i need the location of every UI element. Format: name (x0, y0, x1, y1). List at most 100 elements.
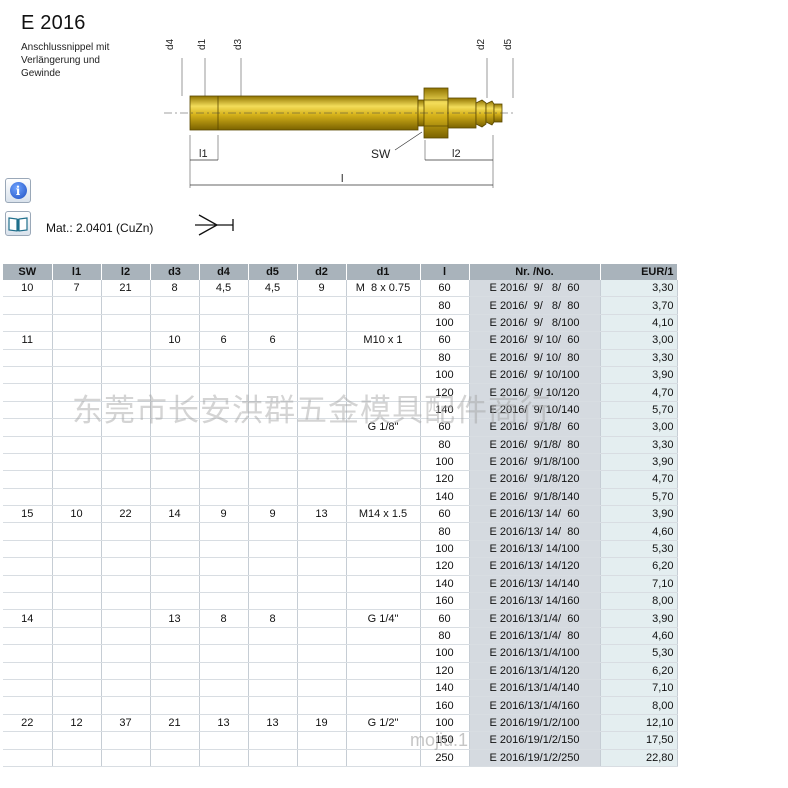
cell-l2 (101, 609, 151, 628)
cell-l2 (101, 749, 151, 767)
cell-d4 (199, 592, 249, 611)
cell-eur: 6,20 (600, 557, 678, 576)
cell-eur: 3,90 (600, 505, 678, 524)
cell-l: 100 (420, 644, 470, 663)
table-row: 140 E 2016/ 9/ 10/140 5,70 (3, 401, 678, 420)
cell-l1 (52, 644, 102, 663)
cell-sw (3, 453, 53, 472)
table-row: 250 E 2016/19/1/2/250 22,80 (3, 749, 678, 767)
cell-d5 (248, 540, 298, 559)
cell-sw (3, 679, 53, 698)
cell-l: 140 (420, 679, 470, 698)
cell-d2 (297, 522, 347, 541)
cell-eur: 4,60 (600, 522, 678, 541)
table-row: 80 E 2016/13/ 14/ 80 4,60 (3, 522, 678, 541)
cell-sw (3, 366, 53, 385)
cell-d2 (297, 296, 347, 315)
cell-d2 (297, 731, 347, 750)
cell-d5 (248, 436, 298, 454)
table-row: 80 E 2016/ 9/ 8/ 80 3,70 (3, 296, 678, 315)
cell-eur: 4,60 (600, 627, 678, 646)
cell-l2 (101, 383, 151, 402)
description-line: Verlängerung und (21, 55, 100, 66)
col-header-eur: EUR/1 (600, 264, 678, 280)
cell-nr: E 2016/13/ 14/140 (469, 575, 601, 594)
cell-d4 (199, 749, 249, 767)
cell-l: 100 (420, 314, 470, 333)
col-header-sw: SW (3, 264, 53, 280)
cell-d5 (248, 314, 298, 333)
cell-d1 (346, 349, 421, 367)
table-row: 140 E 2016/ 9/1/8/140 5,70 (3, 488, 678, 507)
cell-sw: 11 (3, 331, 53, 350)
cell-d2 (297, 331, 347, 350)
cell-eur: 3,90 (600, 609, 678, 628)
cell-l2 (101, 436, 151, 454)
table-row: 14 13 8 8 G 1/4" 60 E 2016/13/1/4/ 60 3,90 (3, 609, 678, 628)
cell-d2 (297, 401, 347, 420)
l2-label: l2 (452, 148, 461, 160)
cell-l: 60 (420, 505, 470, 524)
cell-nr: E 2016/ 9/1/8/ 60 (469, 418, 601, 437)
cell-nr: E 2016/13/1/4/ 60 (469, 609, 601, 628)
cell-l1: 7 (52, 280, 102, 298)
cell-l1 (52, 401, 102, 420)
cell-nr: E 2016/13/1/4/ 80 (469, 627, 601, 646)
col-header-d4: d4 (199, 264, 249, 280)
cell-d1: M14 x 1.5 (346, 505, 421, 524)
cell-l: 100 (420, 714, 470, 733)
cell-d1 (346, 436, 421, 454)
cell-d2 (297, 366, 347, 385)
cell-d3 (150, 436, 200, 454)
table-row: 10 7 21 8 4,5 4,5 9 M 8 x 0.75 60 E 2016/ 9/ 8/ 6… (3, 280, 678, 298)
sw-label: SW (371, 147, 391, 161)
cell-d4 (199, 662, 249, 680)
cell-d3 (150, 401, 200, 420)
table-row: 150 E 2016/19/1/2/150 17,50 (3, 731, 678, 750)
cell-sw: 15 (3, 505, 53, 524)
cell-l: 80 (420, 627, 470, 646)
cell-d1 (346, 296, 421, 315)
info-button[interactable]: i (5, 178, 31, 203)
cell-d3 (150, 522, 200, 541)
datasheet-button[interactable] (5, 211, 31, 236)
cell-d4 (199, 470, 249, 489)
cell-l2 (101, 662, 151, 680)
cell-l: 250 (420, 749, 470, 767)
cell-l1 (52, 627, 102, 646)
table-row: 80 E 2016/13/1/4/ 80 4,60 (3, 627, 678, 646)
cell-sw (3, 557, 53, 576)
cell-d3 (150, 488, 200, 507)
cell-d2: 9 (297, 280, 347, 298)
cell-l2: 37 (101, 714, 151, 733)
cell-d5 (248, 401, 298, 420)
cell-d3 (150, 349, 200, 367)
cell-d1 (346, 557, 421, 576)
cell-d3 (150, 453, 200, 472)
cell-d2 (297, 488, 347, 507)
cell-d4 (199, 488, 249, 507)
cell-l1 (52, 488, 102, 507)
cell-sw: 10 (3, 280, 53, 298)
cell-d4: 8 (199, 609, 249, 628)
cell-l: 100 (420, 540, 470, 559)
cell-d2 (297, 609, 347, 628)
cell-d1 (346, 470, 421, 489)
cell-d1 (346, 592, 421, 611)
cell-d3 (150, 366, 200, 385)
cell-sw (3, 662, 53, 680)
cell-l2 (101, 644, 151, 663)
cell-sw (3, 644, 53, 663)
cell-l: 60 (420, 280, 470, 298)
cell-d4 (199, 401, 249, 420)
table-row: 160 E 2016/13/1/4/160 8,00 (3, 696, 678, 715)
col-header-d1: d1 (346, 264, 421, 280)
cell-d2: 13 (297, 505, 347, 524)
cell-l1 (52, 296, 102, 315)
table-header-row: SW l1 l2 d3 d4 d5 d2 d1 l Nr. /No. EUR/1 (3, 264, 678, 280)
cell-nr: E 2016/ 9/ 10/ 60 (469, 331, 601, 350)
cell-l: 60 (420, 609, 470, 628)
cell-d1 (346, 575, 421, 594)
cell-d5 (248, 731, 298, 750)
cell-l1 (52, 662, 102, 680)
